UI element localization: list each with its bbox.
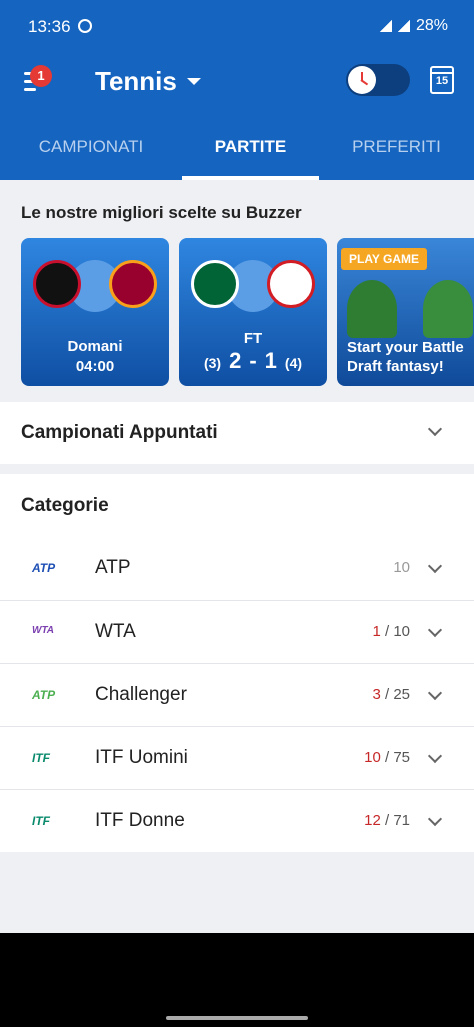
- category-count: 12 / 71: [364, 812, 410, 829]
- category-count: 10 / 75: [364, 749, 410, 766]
- category-name: ITF Uomini: [95, 747, 188, 768]
- match-score: (3) 2 - 1 (4): [203, 348, 303, 373]
- tab-campionati[interactable]: CAMPIONATI: [0, 128, 182, 180]
- palmeiras-logo: [191, 260, 239, 308]
- chevron-down-icon: [427, 558, 443, 574]
- category-row-itf-uomini[interactable]: ITF ITF Uomini 10 / 75: [0, 726, 474, 789]
- spfc-logo: [267, 260, 315, 308]
- heat-logo: [109, 260, 157, 308]
- category-name: ITF Donne: [95, 810, 185, 831]
- player-avatar-left: [347, 280, 397, 338]
- status-time: 13:36: [28, 17, 71, 36]
- category-row-challenger[interactable]: ATP Challenger 3 / 25: [0, 663, 474, 726]
- home-gesture-handle[interactable]: [166, 1016, 308, 1020]
- chevron-down-icon: [427, 748, 443, 764]
- calendar-icon[interactable]: 15: [430, 66, 454, 94]
- chevron-down-icon: [427, 421, 443, 437]
- pinned-label: Campionati Appuntati: [21, 422, 218, 443]
- top-picks: Le nostre migliori scelte su Buzzer Doma…: [0, 180, 474, 400]
- match-day: Domani: [67, 338, 123, 355]
- category-count: 10: [393, 559, 410, 576]
- tab-bar: CAMPIONATI PARTITE PREFERITI: [0, 128, 474, 180]
- signal-icon-2: [397, 20, 410, 32]
- chevron-down-icon: [427, 622, 443, 638]
- caret-down-icon: [186, 78, 201, 85]
- system-nav-bar: [0, 933, 474, 1027]
- match-time: 04:00: [75, 358, 115, 375]
- raptors-logo: [33, 260, 81, 308]
- tab-preferiti[interactable]: PREFERITI: [319, 128, 474, 180]
- pinned-leagues[interactable]: Campionati Appuntati: [0, 402, 474, 464]
- status-right: 28%: [379, 17, 448, 35]
- match-status: FT: [243, 330, 263, 347]
- app-bar: 1 Tennis 15 CAMPIONATI PARTITE PREFERITI: [0, 44, 474, 180]
- wta-icon: WTA: [32, 625, 55, 636]
- category-row-atp[interactable]: ATP ATP 10: [0, 537, 474, 600]
- status-bar: 13:36 28%: [0, 0, 474, 44]
- chevron-down-icon: [427, 811, 443, 827]
- picks-title: Le nostre migliori scelte su Buzzer: [21, 203, 302, 222]
- notification-badge: 1: [30, 65, 52, 87]
- category-name: Challenger: [95, 684, 187, 705]
- chevron-down-icon: [427, 685, 443, 701]
- category-row-wta[interactable]: WTA WTA 1 / 10: [0, 600, 474, 663]
- categories: Categorie ATP ATP 10 WTA WTA 1 / 10 ATP …: [0, 474, 474, 852]
- category-name: WTA: [95, 621, 136, 642]
- clock-icon: [348, 66, 376, 94]
- promo-caption: Start your Battle Draft fantasy!: [347, 339, 464, 375]
- category-name: ATP: [95, 557, 131, 578]
- category-count: 3 / 25: [372, 686, 410, 703]
- sport-selector[interactable]: Tennis: [95, 66, 201, 97]
- category-count: 1 / 10: [372, 623, 410, 640]
- sport-title: Tennis: [95, 66, 177, 96]
- tab-partite[interactable]: PARTITE: [182, 128, 319, 180]
- whatsapp-icon: [78, 19, 92, 33]
- pick-card-1[interactable]: Domani 04:00: [21, 238, 169, 386]
- pick-card-2[interactable]: FT (3) 2 - 1 (4): [179, 238, 327, 386]
- itf-icon: ITF: [32, 814, 50, 828]
- itf-icon: ITF: [32, 751, 50, 765]
- categories-title: Categorie: [21, 495, 109, 516]
- play-game-badge: PLAY GAME: [341, 248, 428, 270]
- player-avatar-right: [423, 280, 473, 338]
- signal-icon: [379, 20, 392, 32]
- category-row-itf-donne[interactable]: ITF ITF Donne 12 / 71: [0, 789, 474, 852]
- atp-icon: ATP: [32, 561, 56, 575]
- pick-card-3[interactable]: PLAY GAME Start your Battle Draft fantas…: [337, 238, 474, 386]
- battery-text: 28%: [415, 17, 448, 34]
- live-toggle[interactable]: [346, 64, 410, 96]
- challenger-icon: ATP: [32, 688, 56, 702]
